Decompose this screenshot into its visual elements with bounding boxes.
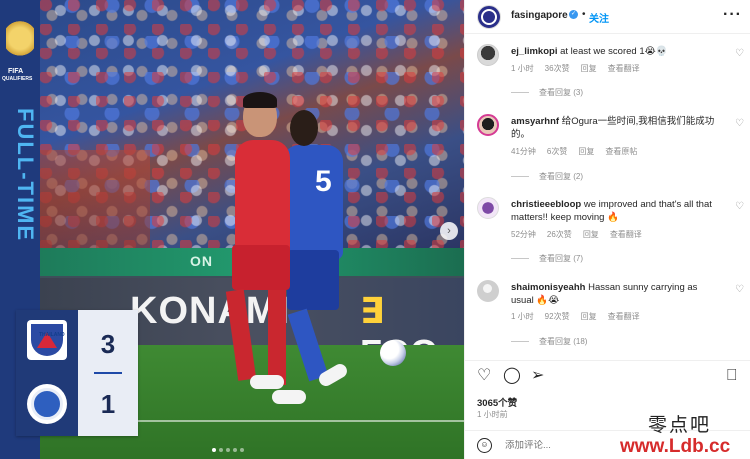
view-replies-button[interactable]: 查看回复 (2) bbox=[511, 171, 583, 182]
emoji-icon[interactable]: ☺ bbox=[477, 438, 492, 453]
action-bar: ♡ ◯ ➢ ⎕ bbox=[465, 360, 750, 390]
fifa-label: FIFA bbox=[8, 68, 24, 75]
avatar[interactable] bbox=[477, 5, 501, 29]
comment-username[interactable]: christieeebloop bbox=[511, 199, 581, 210]
boot bbox=[250, 375, 284, 389]
post-username[interactable]: fasingapore bbox=[511, 10, 568, 21]
comment-icon[interactable]: ◯ bbox=[503, 367, 521, 385]
qualifiers-label: QUALIFIERS bbox=[2, 76, 33, 82]
view-replies-button[interactable]: 查看回复 (18) bbox=[511, 336, 587, 347]
post-panel: fasingapore ✓ • 关注 ··· ej_limkopi at lea… bbox=[464, 0, 750, 459]
view-replies-label: 查看回复 (7) bbox=[539, 254, 583, 263]
translate-button[interactable]: 查看翻译 bbox=[608, 63, 640, 74]
football-icon bbox=[380, 340, 406, 366]
red-player-leg bbox=[268, 290, 286, 385]
comment-likes[interactable]: 26次赞 bbox=[547, 229, 572, 240]
singapore-badge-icon bbox=[27, 384, 67, 424]
reply-button[interactable]: 回复 bbox=[583, 229, 599, 240]
red-player-shorts bbox=[232, 245, 290, 290]
comment-time: 1 小时 bbox=[511, 312, 534, 321]
thailand-badge-label: THAILAND bbox=[39, 332, 65, 338]
comment-meta: 52分钟 26次赞 回复 查看翻译 bbox=[511, 229, 642, 240]
carousel-dot bbox=[226, 448, 230, 452]
efootball-logo-icon: ∃ bbox=[360, 290, 385, 331]
avatar[interactable] bbox=[477, 44, 499, 66]
separator-dot: • bbox=[582, 9, 586, 20]
view-replies-label: 查看回复 (18) bbox=[539, 337, 588, 346]
carousel-dot bbox=[233, 448, 237, 452]
avatar[interactable] bbox=[477, 197, 499, 219]
translate-button[interactable]: 查看翻译 bbox=[610, 229, 642, 240]
comment-meta: 41分钟 6次赞 回复 查看原帖 bbox=[511, 146, 637, 157]
comment-username[interactable]: ej_limkopi bbox=[511, 46, 557, 57]
stadium-stand bbox=[40, 150, 150, 260]
blue-player-head bbox=[290, 110, 318, 146]
view-replies-label: 查看回复 (3) bbox=[539, 88, 583, 97]
watermark-url: www.Ldb.cc bbox=[620, 436, 731, 457]
carousel-dot bbox=[212, 448, 216, 452]
comment-username[interactable]: shaimonisyeahh bbox=[511, 282, 585, 293]
reply-button[interactable]: 回复 bbox=[581, 63, 597, 74]
scoreboard-badges: THAILAND bbox=[16, 310, 78, 436]
view-replies-button[interactable]: 查看回复 (3) bbox=[511, 87, 583, 98]
carousel-dots bbox=[212, 448, 244, 452]
avatar[interactable] bbox=[477, 280, 499, 302]
away-score: 1 bbox=[100, 388, 116, 419]
comment-text: amsyarhnf 给Ogura一些时间,我相信我们能成功的。 bbox=[511, 115, 721, 141]
konami-ad-text: KONAMI bbox=[130, 290, 291, 332]
comment-time: 41分钟 bbox=[511, 147, 536, 156]
fifa-trophy-logo-icon bbox=[6, 20, 34, 66]
view-replies-label: 查看回复 (2) bbox=[539, 172, 583, 181]
comment-time: 1 小时 bbox=[511, 64, 534, 73]
comment-likes[interactable]: 92次赞 bbox=[545, 311, 570, 322]
fulltime-label: FULL-TIME bbox=[13, 107, 38, 243]
heart-icon[interactable]: ♡ bbox=[735, 118, 744, 129]
comment-text: ej_limkopi at least we scored 1😭💀 bbox=[511, 45, 721, 58]
follow-button[interactable]: 关注 bbox=[589, 10, 609, 25]
heart-icon[interactable]: ♡ bbox=[735, 284, 744, 295]
comment-likes[interactable]: 6次赞 bbox=[547, 146, 567, 157]
reply-button[interactable]: 回复 bbox=[581, 311, 597, 322]
scoreboard: THAILAND 3 1 bbox=[16, 310, 138, 436]
post-header: fasingapore ✓ • 关注 ··· bbox=[465, 0, 750, 34]
comment-meta: 1 小时 92次赞 回复 查看翻译 bbox=[511, 311, 640, 322]
blue-player-shorts bbox=[287, 250, 339, 310]
ad-board-text: ON bbox=[190, 253, 213, 269]
send-icon[interactable]: ➢ bbox=[531, 367, 544, 385]
watermark-text: 零点吧 bbox=[648, 414, 712, 436]
blue-player-shirt bbox=[283, 145, 343, 260]
heart-icon[interactable]: ♡ bbox=[735, 201, 744, 212]
reply-button[interactable]: 回复 bbox=[578, 146, 594, 157]
comment-body: at least we scored 1😭💀 bbox=[560, 46, 668, 57]
red-player-hair bbox=[243, 92, 277, 108]
red-player-shirt bbox=[235, 140, 290, 260]
carousel-next-icon[interactable]: › bbox=[440, 222, 458, 240]
carousel-dot bbox=[219, 448, 223, 452]
heart-icon[interactable]: ♡ bbox=[477, 367, 491, 385]
comment-text: christieeebloop we improved and that's a… bbox=[511, 198, 721, 224]
like-count[interactable]: 3065个赞 bbox=[477, 395, 517, 409]
translate-button[interactable]: 查看翻译 bbox=[608, 311, 640, 322]
player-number: 5 bbox=[315, 165, 332, 198]
post-time: 1 小时前 bbox=[477, 410, 508, 419]
view-replies-button[interactable]: 查看回复 (7) bbox=[511, 253, 583, 264]
translate-button[interactable]: 查看原帖 bbox=[605, 146, 637, 157]
heart-icon[interactable]: ♡ bbox=[735, 48, 744, 59]
bookmark-icon[interactable]: ⎕ bbox=[727, 367, 737, 385]
comment-likes[interactable]: 36次赞 bbox=[545, 63, 570, 74]
home-score: 3 bbox=[100, 328, 116, 359]
carousel-dot bbox=[240, 448, 244, 452]
comment-meta: 1 小时 36次赞 回复 查看翻译 bbox=[511, 63, 640, 74]
comment-time: 52分钟 bbox=[511, 230, 536, 239]
post-media[interactable]: ON KONAMI ∃ FOO 5 FIFA QUALIFIERS FULL-T… bbox=[0, 0, 464, 459]
avatar[interactable] bbox=[477, 114, 499, 136]
boot bbox=[272, 390, 306, 404]
more-horizontal-icon[interactable]: ··· bbox=[723, 6, 742, 24]
comment-username[interactable]: amsyarhnf bbox=[511, 116, 559, 127]
thailand-badge-icon: THAILAND bbox=[27, 320, 67, 360]
verified-badge-icon: ✓ bbox=[569, 10, 578, 19]
comment-text: shaimonisyeahh Hassan sunny carrying as … bbox=[511, 281, 721, 307]
